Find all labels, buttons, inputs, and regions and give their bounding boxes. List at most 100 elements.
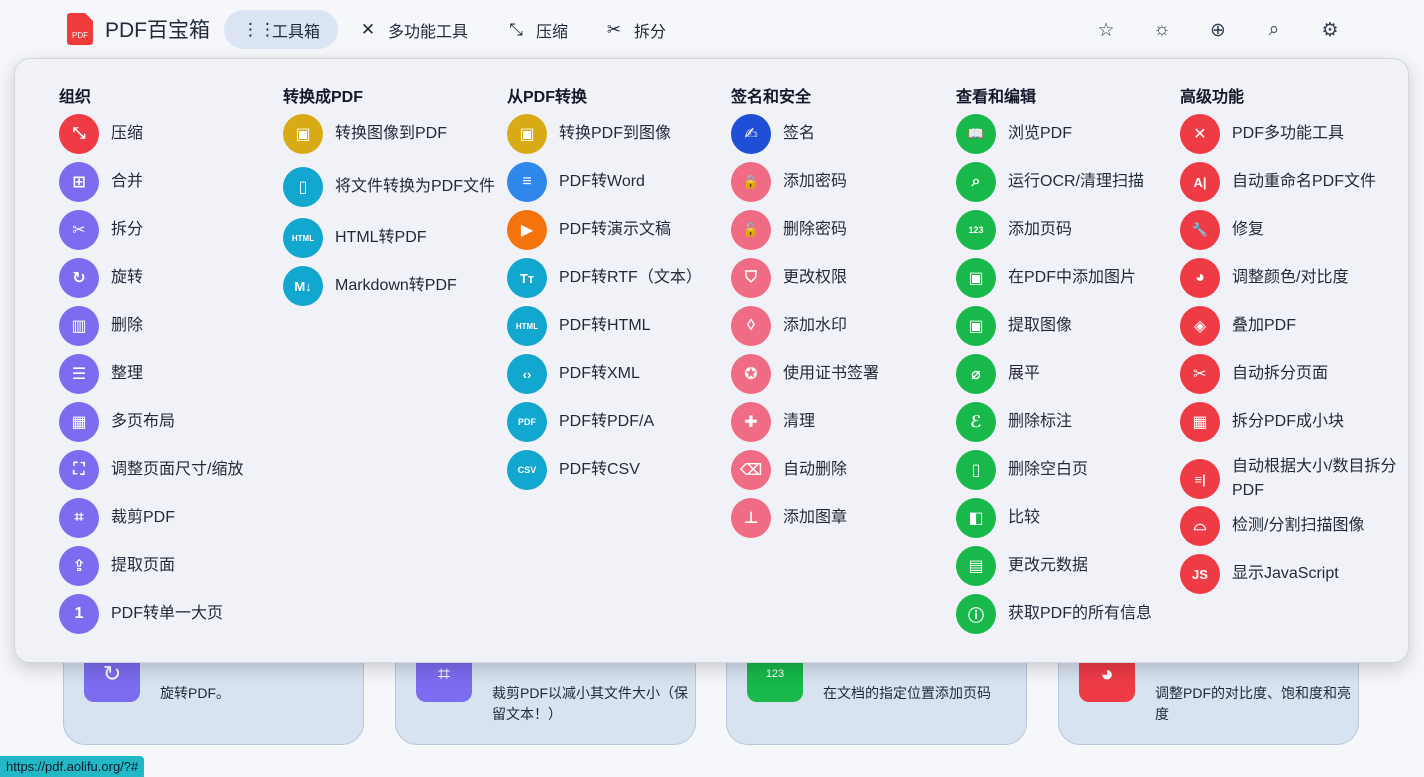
menu-item[interactable]: ✕ PDF多功能工具 xyxy=(1180,114,1404,154)
html-icon: HTML xyxy=(507,306,547,346)
menu-item[interactable]: ⛉ 更改权限 xyxy=(731,258,955,298)
nav-tab-toolbox[interactable]: ⋮⋮ 工具箱 xyxy=(224,10,339,49)
pdfa-icon: PDF xyxy=(507,402,547,442)
nav-tab-split[interactable]: ✂ 拆分 xyxy=(586,10,684,49)
menu-item[interactable]: ✂ 拆分 xyxy=(59,210,283,250)
menu-item[interactable]: ▤ 更改元数据 xyxy=(956,546,1180,586)
menu-item[interactable]: 📖 浏览PDF xyxy=(956,114,1180,154)
scanner-icon: ⌓ xyxy=(1180,506,1220,546)
menu-item[interactable]: ◊ 添加水印 xyxy=(731,306,955,346)
compress-icon: ⤡ xyxy=(59,114,99,154)
menu-item[interactable]: M↓ Markdown转PDF xyxy=(283,266,507,306)
menu-item[interactable]: ℰ 删除标注 xyxy=(956,402,1180,442)
menu-column-title: 转换成PDF xyxy=(283,89,364,106)
single-page-icon: 1 xyxy=(59,594,99,634)
menu-item[interactable]: 123 添加页码 xyxy=(956,210,1180,250)
star-icon[interactable]: ☆ xyxy=(1094,18,1118,42)
menu-item-label: 添加水印 xyxy=(783,317,848,334)
menu-item[interactable]: ⌓ 检测/分割扫描图像 xyxy=(1180,506,1404,546)
menu-item-label: 压缩 xyxy=(111,125,144,142)
ocr-icon: ⌕ xyxy=(956,162,996,202)
menu-item-label: 将文件转换为PDF文件 xyxy=(335,178,496,195)
menu-item[interactable]: ⓘ 获取PDF的所有信息 xyxy=(956,594,1180,634)
menu-item[interactable]: ✍ 签名 xyxy=(731,114,955,154)
list-icon: ☰ xyxy=(59,354,99,394)
menu-item[interactable]: ⌀ 展平 xyxy=(956,354,1180,394)
menu-item[interactable]: ‹› PDF转XML xyxy=(507,354,731,394)
menu-item-label: 删除空白页 xyxy=(1008,461,1089,478)
toolbar-icons: ☆ ☼ ⊕ ⌕ ⚙ xyxy=(1094,18,1342,42)
menu-item[interactable]: ▦ 拆分PDF成小块 xyxy=(1180,402,1404,442)
nav-tab-compress[interactable]: ⤡ 压缩 xyxy=(488,10,586,49)
menu-item-label: 更改元数据 xyxy=(1008,557,1089,574)
menu-item[interactable]: 🔒 添加密码 xyxy=(731,162,955,202)
menu-item[interactable]: ◈ 叠加PDF xyxy=(1180,306,1404,346)
nav-tab-multi-tool[interactable]: ✕ 多功能工具 xyxy=(340,10,486,49)
menu-item-label: 显示JavaScript xyxy=(1232,565,1339,582)
menu-item[interactable]: ⛶ 调整页面尺寸/缩放 xyxy=(59,450,283,490)
menu-item[interactable]: HTML HTML转PDF xyxy=(283,218,507,258)
menu-item-label: 自动拆分页面 xyxy=(1232,365,1329,382)
menu-item[interactable]: ◕ 调整颜色/对比度 xyxy=(1180,258,1404,298)
menu-item[interactable]: ☰ 整理 xyxy=(59,354,283,394)
pdf-logo-icon: PDF xyxy=(67,13,93,45)
menu-item[interactable]: ⊥ 添加图章 xyxy=(731,498,955,538)
menu-item-label: 展平 xyxy=(1008,365,1041,382)
menu-item[interactable]: ⤡ 压缩 xyxy=(59,114,283,154)
menu-item[interactable]: 🔧 修复 xyxy=(1180,210,1404,250)
menu-item-label: 自动根据大小/数目拆分PDF xyxy=(1232,458,1397,499)
menu-item[interactable]: ▦ 多页布局 xyxy=(59,402,283,442)
menu-item[interactable]: ⌫ 自动删除 xyxy=(731,450,955,490)
sanitize-icon: ✚ xyxy=(731,402,771,442)
menu-item-label: 添加页码 xyxy=(1008,221,1073,238)
menu-item-label: PDF转单一大页 xyxy=(111,605,224,622)
word-icon: ≡ xyxy=(507,162,547,202)
menu-item[interactable]: ⊞ 合并 xyxy=(59,162,283,202)
menu-item[interactable]: A| 自动重命名PDF文件 xyxy=(1180,162,1404,202)
menu-item[interactable]: 1 PDF转单一大页 xyxy=(59,594,283,634)
gear-icon[interactable]: ⚙ xyxy=(1318,18,1342,42)
menu-item[interactable]: JS 显示JavaScript xyxy=(1180,554,1404,594)
menu-item-label: 更改权限 xyxy=(783,269,848,286)
menu-item[interactable]: PDF PDF转PDF/A xyxy=(507,402,731,442)
menu-item[interactable]: ⇪ 提取页面 xyxy=(59,546,283,586)
sun-icon[interactable]: ☼ xyxy=(1150,18,1174,42)
menu-item[interactable]: ↻ 旋转 xyxy=(59,258,283,298)
menu-item[interactable]: ✂ 自动拆分页面 xyxy=(1180,354,1404,394)
tool-card-description: 在文档的指定位置添加页码 xyxy=(823,685,991,701)
unlock-icon: 🔓 xyxy=(731,210,771,250)
menu-column-title: 从PDF转换 xyxy=(507,89,588,106)
menu-item-label: PDF转Word xyxy=(559,173,645,190)
menu-item[interactable]: ▣ 在PDF中添加图片 xyxy=(956,258,1180,298)
menu-item-label: HTML转PDF xyxy=(335,229,427,246)
menu-item-label: 使用证书签署 xyxy=(783,365,880,382)
menu-item[interactable]: ▥ 删除 xyxy=(59,306,283,346)
menu-item[interactable]: HTML PDF转HTML xyxy=(507,306,731,346)
menu-item[interactable]: ▯ 删除空白页 xyxy=(956,450,1180,490)
menu-item[interactable]: ▯ 将文件转换为PDF文件 xyxy=(283,167,507,207)
numbers-icon: 123 xyxy=(956,210,996,250)
menu-item[interactable]: CSV PDF转CSV xyxy=(507,450,731,490)
globe-icon[interactable]: ⊕ xyxy=(1206,18,1230,42)
menu-item-label: 提取图像 xyxy=(1008,317,1073,334)
menu-item[interactable]: ▣ 提取图像 xyxy=(956,306,1180,346)
menu-item[interactable]: 🔓 删除密码 xyxy=(731,210,955,250)
menu-item[interactable]: ⌕ 运行OCR/清理扫描 xyxy=(956,162,1180,202)
menu-item[interactable]: ≡| 自动根据大小/数目拆分PDF xyxy=(1180,455,1404,503)
menu-item[interactable]: Tт PDF转RTF（文本） xyxy=(507,258,731,298)
menu-item[interactable]: ◧ 比较 xyxy=(956,498,1180,538)
menu-item[interactable]: ▶ PDF转演示文稿 xyxy=(507,210,731,250)
menu-item[interactable]: ▣ 转换PDF到图像 xyxy=(507,114,731,154)
trash-icon: ▥ xyxy=(59,306,99,346)
menu-item[interactable]: ⌗ 裁剪PDF xyxy=(59,498,283,538)
add-image-icon: ▣ xyxy=(956,258,996,298)
menu-item[interactable]: ✪ 使用证书签署 xyxy=(731,354,955,394)
brand[interactable]: PDF PDF百宝箱 xyxy=(67,13,210,45)
menu-item[interactable]: ✚ 清理 xyxy=(731,402,955,442)
shield-icon: ⛉ xyxy=(731,258,771,298)
search-icon[interactable]: ⌕ xyxy=(1262,18,1286,42)
split-size-icon: ≡| xyxy=(1180,459,1220,499)
image-icon: ▣ xyxy=(956,306,996,346)
menu-item[interactable]: ▣ 转换图像到PDF xyxy=(283,114,507,154)
menu-item[interactable]: ≡ PDF转Word xyxy=(507,162,731,202)
